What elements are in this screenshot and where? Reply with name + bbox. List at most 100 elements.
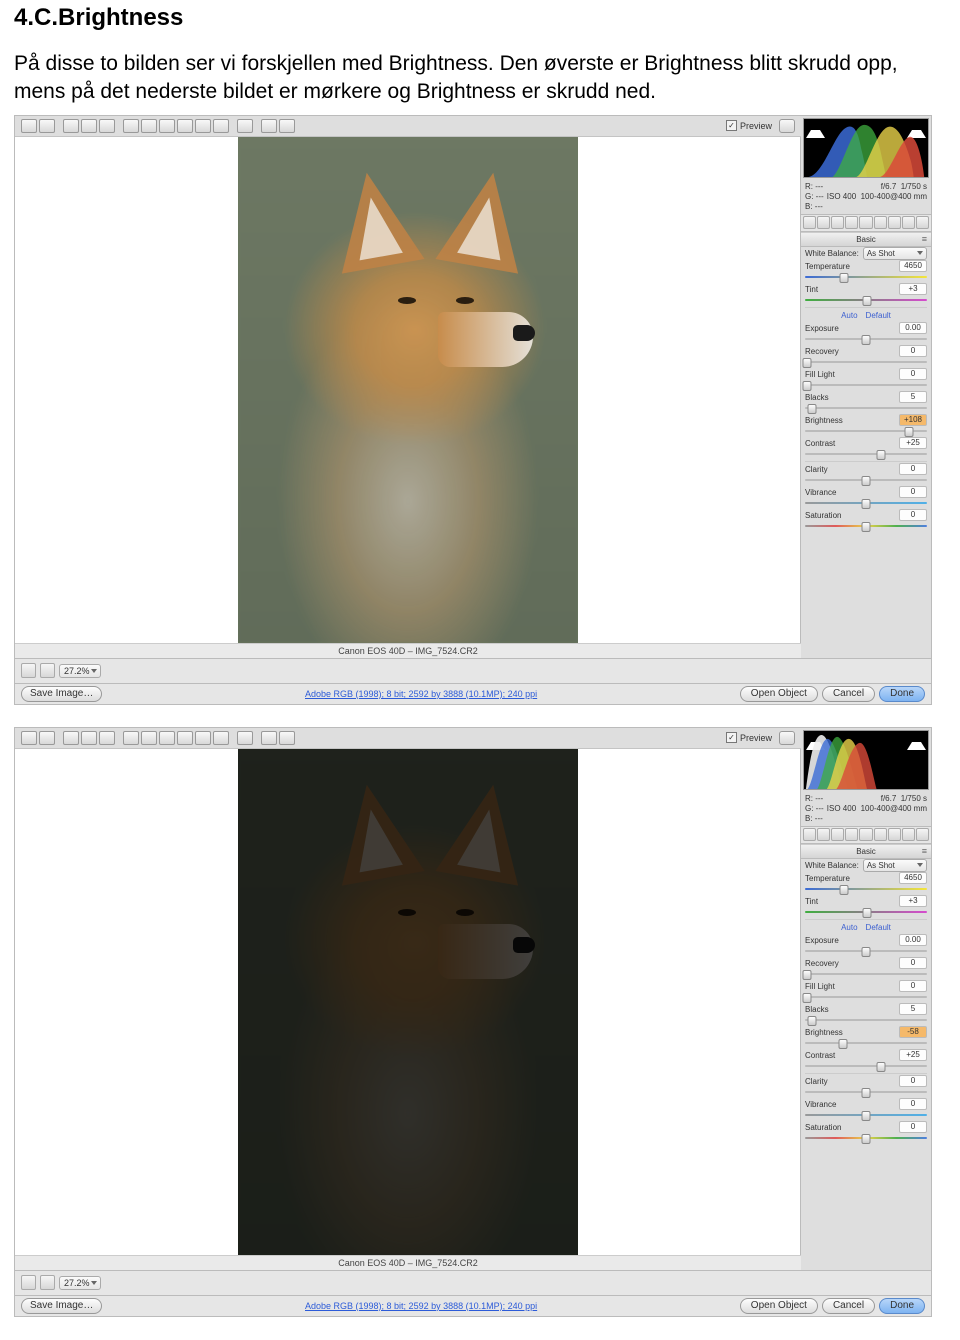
filllight-slider[interactable] (805, 381, 927, 389)
image-preview[interactable] (15, 749, 801, 1255)
vibrance-value[interactable]: 0 (899, 486, 927, 498)
straighten-tool-icon[interactable] (141, 119, 157, 133)
tab-basic-icon[interactable] (803, 216, 816, 229)
recovery-slider[interactable] (805, 358, 927, 366)
done-button[interactable]: Done (879, 1298, 925, 1314)
tab-hsl-icon[interactable] (845, 828, 858, 841)
prefs-icon[interactable] (237, 119, 253, 133)
blacks-slider[interactable] (805, 404, 927, 412)
cancel-button[interactable]: Cancel (822, 1298, 875, 1314)
exposure-slider[interactable] (805, 947, 927, 955)
tab-lens-icon[interactable] (874, 828, 887, 841)
tab-curve-icon[interactable] (817, 216, 830, 229)
auto-link[interactable]: Auto (841, 923, 857, 932)
tab-detail-icon[interactable] (831, 828, 844, 841)
filllight-value[interactable]: 0 (899, 980, 927, 992)
graduated-filter-icon[interactable] (213, 731, 229, 745)
recovery-value[interactable]: 0 (899, 957, 927, 969)
clarity-value[interactable]: 0 (899, 1075, 927, 1087)
tab-fx-icon[interactable] (888, 216, 901, 229)
redeye-tool-icon[interactable] (177, 119, 193, 133)
filllight-slider[interactable] (805, 993, 927, 1001)
rotate-ccw-icon[interactable] (261, 119, 277, 133)
saturation-value[interactable]: 0 (899, 509, 927, 521)
tab-presets-icon[interactable] (916, 828, 929, 841)
brightness-value[interactable]: -58 (899, 1026, 927, 1038)
auto-link[interactable]: Auto (841, 311, 857, 320)
spot-removal-icon[interactable] (159, 119, 175, 133)
default-link[interactable]: Default (866, 923, 891, 932)
brightness-value[interactable]: +108 (899, 414, 927, 426)
tint-value[interactable]: +3 (899, 895, 927, 907)
temperature-value[interactable]: 4650 (899, 260, 927, 272)
rotate-ccw-icon[interactable] (261, 731, 277, 745)
histogram[interactable] (803, 118, 929, 178)
contrast-value[interactable]: +25 (899, 1049, 927, 1061)
histogram[interactable] (803, 730, 929, 790)
tint-value[interactable]: +3 (899, 283, 927, 295)
default-link[interactable]: Default (866, 311, 891, 320)
temperature-slider[interactable] (805, 273, 927, 281)
tab-fx-icon[interactable] (888, 828, 901, 841)
open-object-button[interactable]: Open Object (740, 686, 818, 702)
prev-image-icon[interactable] (21, 1275, 36, 1290)
saturation-slider[interactable] (805, 1134, 927, 1142)
wb-tool-icon[interactable] (63, 731, 79, 745)
rotate-cw-icon[interactable] (279, 731, 295, 745)
adjustment-brush-icon[interactable] (195, 731, 211, 745)
graduated-filter-icon[interactable] (213, 119, 229, 133)
spot-removal-icon[interactable] (159, 731, 175, 745)
hand-tool-icon[interactable] (39, 119, 55, 133)
tab-curve-icon[interactable] (817, 828, 830, 841)
save-image-button[interactable]: Save Image… (21, 1298, 102, 1314)
tab-calib-icon[interactable] (902, 216, 915, 229)
clarity-slider[interactable] (805, 476, 927, 484)
brightness-slider[interactable] (805, 1039, 927, 1047)
fullscreen-toggle-icon[interactable] (779, 731, 795, 745)
fullscreen-toggle-icon[interactable] (779, 119, 795, 133)
exposure-value[interactable]: 0.00 (899, 322, 927, 334)
tint-slider[interactable] (805, 296, 927, 304)
open-object-button[interactable]: Open Object (740, 1298, 818, 1314)
tint-slider[interactable] (805, 908, 927, 916)
clarity-value[interactable]: 0 (899, 463, 927, 475)
color-sampler-icon[interactable] (81, 119, 97, 133)
tab-split-icon[interactable] (859, 216, 872, 229)
tab-calib-icon[interactable] (902, 828, 915, 841)
tab-lens-icon[interactable] (874, 216, 887, 229)
zoom-tool-icon[interactable] (21, 119, 37, 133)
contrast-slider[interactable] (805, 1062, 927, 1070)
workflow-options-link[interactable]: Adobe RGB (1998); 8 bit; 2592 by 3888 (1… (102, 1301, 739, 1311)
filllight-value[interactable]: 0 (899, 368, 927, 380)
rotate-cw-icon[interactable] (279, 119, 295, 133)
crop-tool-icon[interactable] (123, 731, 139, 745)
wb-tool-icon[interactable] (63, 119, 79, 133)
blacks-slider[interactable] (805, 1016, 927, 1024)
image-preview[interactable] (15, 137, 801, 643)
crop-tool-icon[interactable] (123, 119, 139, 133)
tab-hsl-icon[interactable] (845, 216, 858, 229)
preview-checkbox[interactable]: ✓ (726, 120, 737, 131)
recovery-slider[interactable] (805, 970, 927, 978)
tab-detail-icon[interactable] (831, 216, 844, 229)
temperature-slider[interactable] (805, 885, 927, 893)
contrast-slider[interactable] (805, 450, 927, 458)
preview-checkbox[interactable]: ✓ (726, 732, 737, 743)
tab-basic-icon[interactable] (803, 828, 816, 841)
exposure-value[interactable]: 0.00 (899, 934, 927, 946)
done-button[interactable]: Done (879, 686, 925, 702)
tab-split-icon[interactable] (859, 828, 872, 841)
blacks-value[interactable]: 5 (899, 1003, 927, 1015)
redeye-tool-icon[interactable] (177, 731, 193, 745)
next-image-icon[interactable] (40, 1275, 55, 1290)
clarity-slider[interactable] (805, 1088, 927, 1096)
tab-presets-icon[interactable] (916, 216, 929, 229)
vibrance-slider[interactable] (805, 1111, 927, 1119)
panel-menu-icon[interactable]: ≡ (922, 845, 927, 858)
panel-menu-icon[interactable]: ≡ (922, 233, 927, 246)
saturation-value[interactable]: 0 (899, 1121, 927, 1133)
brightness-slider[interactable] (805, 427, 927, 435)
wb-select[interactable]: As Shot (863, 859, 927, 872)
contrast-value[interactable]: +25 (899, 437, 927, 449)
zoom-select[interactable]: 27.2% (59, 664, 101, 678)
